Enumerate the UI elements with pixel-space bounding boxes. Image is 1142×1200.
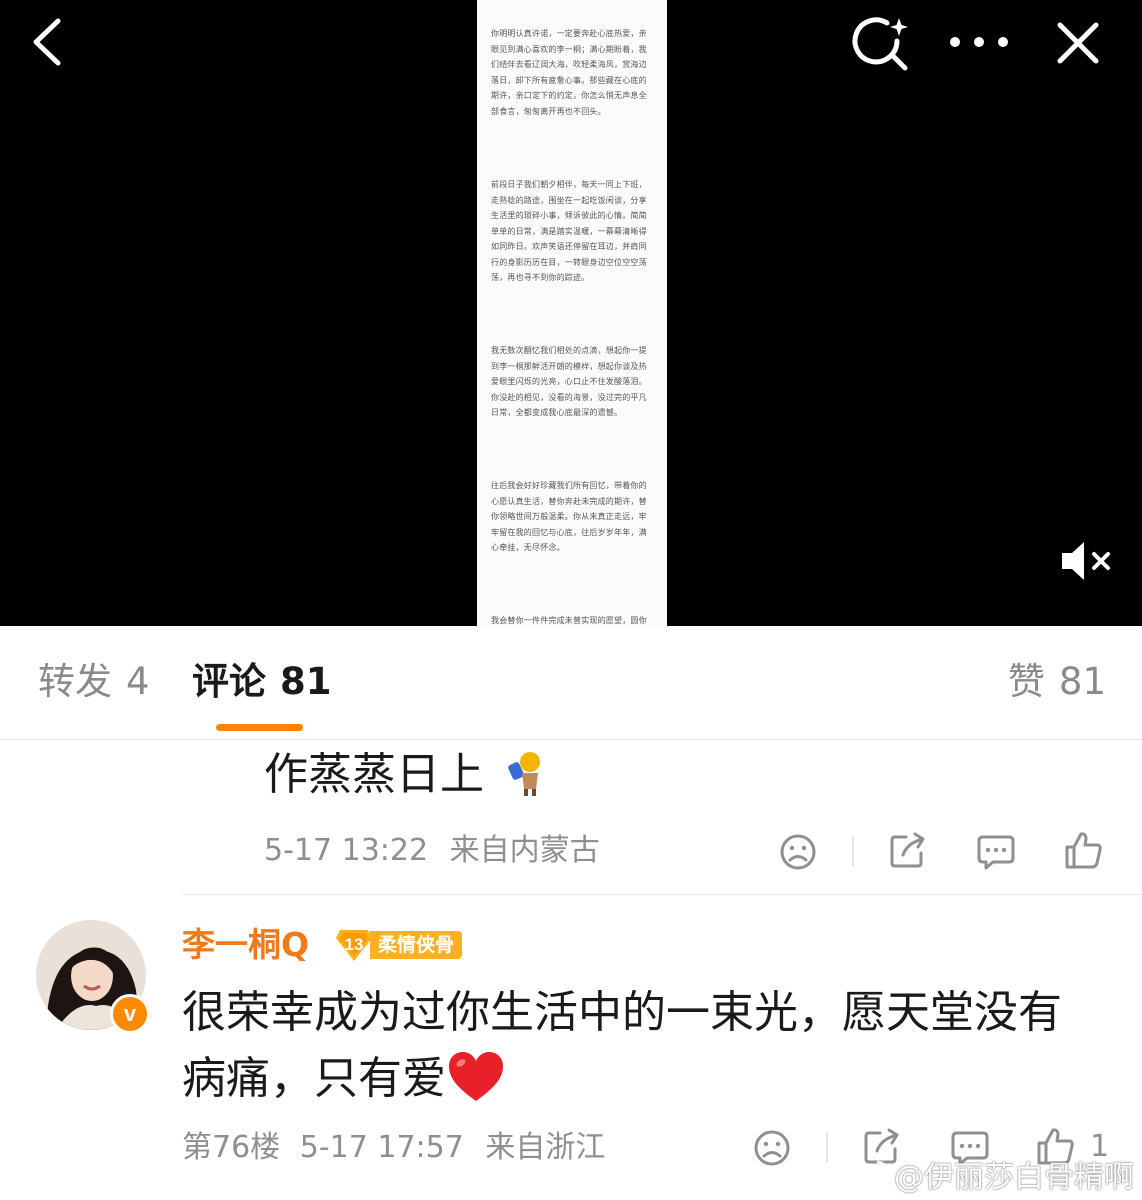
watermark: @伊丽莎白骨精啊 [850,1152,1134,1196]
more-options-button[interactable] [944,16,1014,68]
frown-face-icon [780,834,816,870]
level-title: 柔情侠骨 [370,931,463,959]
comment-location: 来自浙江 [485,1130,606,1165]
active-tab-indicator [216,724,303,731]
tab-comments-count: 81 [280,660,332,703]
media-viewer[interactable]: 你明明认真许诺，一定要奔赴心底热爱，亲眼见到满心喜欢的李一桐；满心期盼着，我们结… [0,0,1142,626]
mute-button[interactable] [1052,530,1122,592]
comment-text-content: 作蒸蒸日上 [264,749,484,800]
tab-repost[interactable]: 转发 4 [38,658,150,706]
watermark-text: @伊丽莎白骨精啊 [894,1160,1134,1195]
comment-text-content: 很荣幸成为过你生活中的一束光，愿天堂没有病痛，只有爱 [182,987,1062,1104]
back-button[interactable] [20,12,76,72]
reply-button[interactable] [974,830,1018,874]
comment-text: 很荣幸成为过你生活中的一束光，愿天堂没有病痛，只有爱 [182,980,1082,1112]
frown-face-icon [754,1130,790,1166]
level-number: 13 [344,935,364,954]
document-image: 你明明认真许诺，一定要奔赴心底热爱，亲眼见到满心喜欢的李一桐；满心期盼着，我们结… [477,0,667,626]
dislike-button[interactable] [776,830,820,874]
share-button[interactable] [886,828,930,872]
user-level-badge[interactable]: 13 柔情侠骨 [334,928,463,962]
chevron-left-icon [33,18,61,66]
comment-text: 作蒸蒸日上 [264,744,548,806]
action-separator [826,1132,828,1162]
search-button[interactable] [846,12,916,74]
comment-meta: 5-17 13:22 来自内蒙古 [264,830,600,872]
ai-search-icon [852,17,908,71]
comment-floor: 第76楼 [182,1130,281,1165]
tab-comments[interactable]: 评论 81 [192,658,332,706]
level-shield-icon: 13 [334,928,374,962]
comment-tabs: 转发 4 评论 81 赞 81 [0,626,1142,740]
tab-likes-count: 81 [1058,660,1106,703]
thumbs-up-icon [1065,832,1102,869]
document-paragraph: 我无数次翻忆我们相处的点滴，想起你一提到李一桐那鲜活开朗的模样，想起你谈及热爱眼… [491,346,647,417]
tab-comments-label: 评论 [192,660,266,703]
comment-bubble-icon [977,835,1015,870]
speaker-muted-icon [1062,542,1110,580]
like-button[interactable] [1062,828,1106,872]
figure-emoji-icon [508,752,540,796]
close-icon [1057,22,1099,64]
more-dots-icon [950,37,1008,47]
close-button[interactable] [1046,12,1110,74]
action-separator [852,836,854,866]
comment-divider [182,894,1142,895]
tab-likes[interactable]: 赞 81 [1008,658,1106,706]
share-icon [890,832,925,868]
comment-username[interactable]: 李一桐Q [182,922,309,968]
comment-location: 来自内蒙古 [449,833,600,868]
tab-repost-count: 4 [126,660,150,703]
comment-date: 5-17 17:57 [299,1130,464,1165]
verified-badge: v [110,994,150,1034]
document-paragraph: 我会替你一件件完成未曾实现的愿望，圆你 [491,616,647,625]
tab-likes-label: 赞 [1007,660,1045,703]
document-paragraph: 前段日子我们朝夕相伴，每天一同上下班，走熟稔的路途，围坐在一起吃饭闲谈，分享生活… [491,180,647,282]
document-paragraph: 往后我会好好珍藏我们所有回忆，带着你的心愿认真生活，替你奔赴未完成的期许，替你领… [491,481,647,552]
dislike-button[interactable] [750,1126,794,1170]
comment-meta: 第76楼 5-17 17:57 来自浙江 [182,1128,605,1168]
weibo-logo-icon [850,1160,888,1191]
tab-repost-label: 转发 [38,660,112,703]
document-paragraph: 你明明认真许诺，一定要奔赴心底热爱，亲眼见到满心喜欢的李一桐；满心期盼着，我们结… [491,29,647,116]
comment-date: 5-17 13:22 [264,833,429,868]
red-heart-emoji-icon [449,1052,503,1101]
